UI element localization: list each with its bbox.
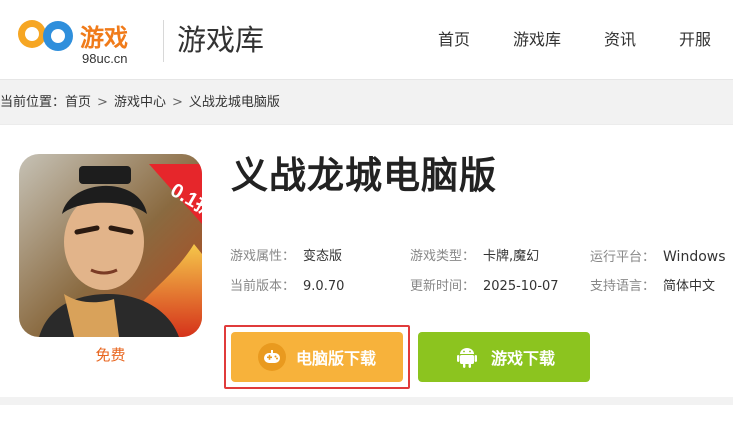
- game-icon[interactable]: 0.1折: [19, 154, 202, 337]
- nav-news[interactable]: 资讯: [604, 29, 636, 51]
- info-value: Windows: [663, 249, 726, 265]
- site-logo[interactable]: 98 游戏 98uc.cn: [12, 12, 152, 68]
- breadcrumb-separator: >: [171, 95, 183, 110]
- info-key: 游戏类型：: [410, 249, 476, 264]
- game-info-grid: 游戏属性： 变态版 游戏类型： 卡牌,魔幻 运行平台： Windows 当前版本： 9.…: [230, 247, 730, 307]
- game-download-button[interactable]: 游戏下载: [418, 332, 590, 382]
- info-key: 游戏属性：: [230, 249, 296, 264]
- breadcrumb: 当前位置：首页 > 游戏中心 > 义战龙城电脑版: [0, 94, 280, 112]
- info-attribute: 游戏属性： 变态版: [230, 247, 342, 267]
- game-title: 义战龙城电脑版: [231, 154, 497, 197]
- breadcrumb-home[interactable]: 首页: [65, 95, 91, 110]
- info-key: 支持语言：: [590, 279, 656, 294]
- main-nav: 首页 游戏库 资讯 开服: [438, 29, 711, 51]
- info-platform: 运行平台： Windows: [590, 247, 726, 268]
- breadcrumb-separator: >: [97, 95, 108, 110]
- game-icon-art: 0.1折: [19, 154, 202, 337]
- info-row: 游戏属性： 变态版 游戏类型： 卡牌,魔幻 运行平台： Windows: [230, 247, 730, 277]
- nav-home[interactable]: 首页: [438, 29, 470, 51]
- info-language: 支持语言： 简体中文: [590, 277, 715, 297]
- price-label: 免费: [95, 346, 126, 364]
- info-update-time: 更新时间： 2025-10-07: [410, 277, 559, 297]
- info-version: 当前版本： 9.0.70: [230, 277, 344, 297]
- info-key: 运行平台：: [590, 250, 656, 265]
- nav-servers[interactable]: 开服: [679, 29, 711, 51]
- breadcrumb-prefix: 当前位置：: [0, 95, 66, 110]
- info-value: 卡牌,魔幻: [483, 249, 540, 264]
- logo-brand: 游戏: [80, 24, 128, 52]
- logo-mark: 98 游戏 98uc.cn: [18, 20, 128, 66]
- info-value: 2025-10-07: [483, 279, 559, 294]
- game-detail-card: 0.1折 免费 义战龙城电脑版 游戏属性： 变态版 游戏类型： 卡牌,魔幻 运行平台…: [0, 124, 733, 397]
- content-card: [0, 405, 733, 441]
- logo-domain: 98uc.cn: [82, 51, 128, 66]
- section-title: 游戏库: [177, 23, 265, 57]
- info-type: 游戏类型： 卡牌,魔幻: [410, 247, 539, 267]
- info-value: 变态版: [303, 249, 343, 264]
- breadcrumb-current: 义战龙城电脑版: [188, 95, 280, 110]
- site-header: 98 游戏 98uc.cn 游戏库 首页 游戏库 资讯 开服: [0, 0, 733, 80]
- info-key: 更新时间：: [410, 279, 476, 294]
- nav-game-library[interactable]: 游戏库: [513, 29, 561, 51]
- info-row: 当前版本： 9.0.70 更新时间： 2025-10-07 支持语言： 简体中文: [230, 277, 730, 307]
- info-key: 当前版本：: [230, 279, 296, 294]
- gamepad-icon: [257, 343, 286, 371]
- pc-download-label: 电脑版下载: [295, 349, 376, 368]
- info-value: 简体中文: [663, 279, 716, 294]
- breadcrumb-game-center[interactable]: 游戏中心: [114, 95, 166, 110]
- pc-download-button[interactable]: 电脑版下载: [231, 332, 403, 382]
- info-value: 9.0.70: [303, 279, 345, 294]
- android-icon: [453, 343, 481, 371]
- game-download-label: 游戏下载: [490, 349, 555, 368]
- header-divider: [163, 20, 164, 62]
